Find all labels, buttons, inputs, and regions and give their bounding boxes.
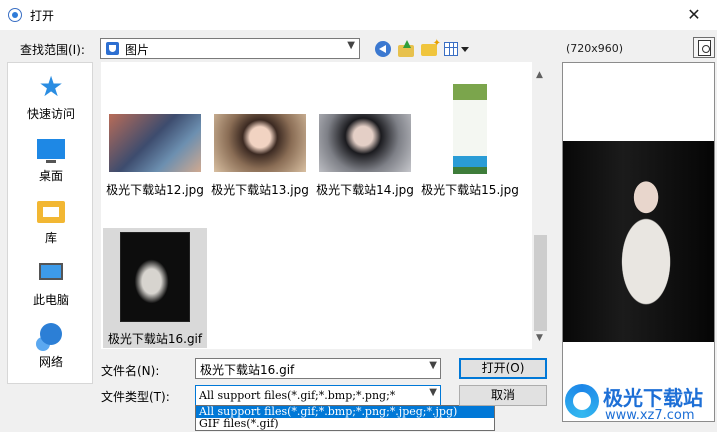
- place-label: 桌面: [38, 169, 63, 183]
- back-button[interactable]: [374, 40, 392, 58]
- place-this-pc[interactable]: 此电脑: [8, 253, 94, 313]
- chevron-down-icon: ▼: [429, 387, 437, 398]
- up-folder-button[interactable]: [398, 40, 416, 58]
- file-list[interactable]: 极光下载站12.jpg 极光下载站13.jpg 极光下载站14.jpg 极光下载…: [101, 62, 532, 349]
- chevron-down-icon: [461, 47, 469, 52]
- open-button[interactable]: 打开(O): [459, 358, 547, 379]
- desktop-icon: [37, 139, 65, 163]
- look-in-dropdown[interactable]: 图片 ▼: [100, 38, 360, 59]
- library-icon: [37, 201, 65, 223]
- network-icon: [40, 323, 62, 345]
- place-label: 库: [44, 231, 57, 245]
- file-name: 极光下载站13.jpg: [211, 183, 309, 197]
- cancel-button[interactable]: 取消: [459, 385, 547, 406]
- place-label: 网络: [38, 355, 63, 369]
- scrollbar-thumb[interactable]: [534, 235, 547, 331]
- shield-folder-icon: [106, 42, 119, 55]
- places-bar: ★ 快速访问 桌面 库 此电脑 网络: [7, 62, 93, 384]
- app-icon: [8, 8, 22, 22]
- scroll-up-icon[interactable]: ▲: [536, 70, 543, 80]
- scroll-down-icon[interactable]: ▼: [536, 333, 543, 343]
- image-thumbnail: [453, 84, 487, 174]
- file-item[interactable]: 极光下载站14.jpg: [313, 62, 417, 197]
- file-name-input[interactable]: 极光下载站16.gif ▼: [195, 358, 441, 379]
- place-label: 此电脑: [32, 293, 69, 307]
- file-type-value: All support files(*.gif;*.bmp;*.png;*: [199, 389, 396, 402]
- watermark-text: 极光下载站: [603, 386, 703, 410]
- new-folder-button[interactable]: ✦: [421, 38, 441, 58]
- watermark: 极光下载站 www.xz7.com: [565, 380, 715, 428]
- look-in-label: 查找范围(I):: [20, 43, 85, 57]
- close-button[interactable]: ✕: [671, 0, 717, 30]
- title-bar: 打开 ✕: [0, 0, 717, 30]
- file-item-selected[interactable]: 极光下载站16.gif: [103, 228, 207, 348]
- file-type-label: 文件类型(T):: [101, 390, 170, 404]
- star-icon: ★: [38, 70, 64, 103]
- image-thumbnail: [214, 114, 306, 172]
- preview-toggle-button[interactable]: [693, 37, 715, 58]
- file-name: 极光下载站16.gif: [107, 332, 203, 346]
- chevron-down-icon[interactable]: ▼: [429, 360, 437, 371]
- chevron-down-icon: ▼: [347, 40, 355, 51]
- image-thumbnail: [120, 232, 190, 322]
- back-arrow-icon: [375, 41, 391, 57]
- up-arrow-icon: [403, 40, 411, 48]
- view-menu-button[interactable]: [444, 40, 472, 58]
- file-item[interactable]: 极光下载站12.jpg: [103, 62, 207, 197]
- file-name-value: 极光下载站16.gif: [200, 363, 295, 377]
- place-library[interactable]: 库: [8, 191, 94, 251]
- image-thumbnail: [319, 114, 411, 172]
- place-quick-access[interactable]: ★ 快速访问: [8, 67, 94, 127]
- file-name: 极光下载站12.jpg: [106, 183, 204, 197]
- preview-size-label: (720x960): [566, 42, 624, 55]
- file-type-dropdown[interactable]: All support files(*.gif;*.bmp;*.png;* ▼: [195, 385, 441, 406]
- grid-view-icon: [444, 42, 458, 56]
- preview-image: [563, 141, 714, 342]
- file-list-scrollbar[interactable]: ▲ ▼: [532, 62, 549, 349]
- file-item[interactable]: 极光下载站13.jpg: [208, 62, 312, 197]
- window-title: 打开: [30, 9, 55, 23]
- file-item[interactable]: 极光下载站15.jpg: [418, 62, 522, 197]
- watermark-url: www.xz7.com: [605, 408, 695, 423]
- place-desktop[interactable]: 桌面: [8, 129, 94, 189]
- file-name: 极光下载站15.jpg: [421, 183, 519, 197]
- sparkle-icon: ✦: [432, 38, 441, 49]
- computer-icon: [39, 263, 63, 280]
- place-network[interactable]: 网络: [8, 315, 94, 375]
- preview-pane: [562, 62, 715, 422]
- logo-icon: [565, 384, 599, 418]
- file-type-options: All support files(*.gif;*.bmp;*.png;*.jp…: [195, 405, 495, 431]
- file-type-option[interactable]: GIF files(*.gif): [196, 418, 494, 430]
- file-name: 极光下载站14.jpg: [316, 183, 414, 197]
- place-label: 快速访问: [26, 107, 75, 121]
- look-in-value: 图片: [125, 43, 150, 57]
- file-name-label: 文件名(N):: [101, 364, 160, 378]
- image-thumbnail: [109, 114, 201, 172]
